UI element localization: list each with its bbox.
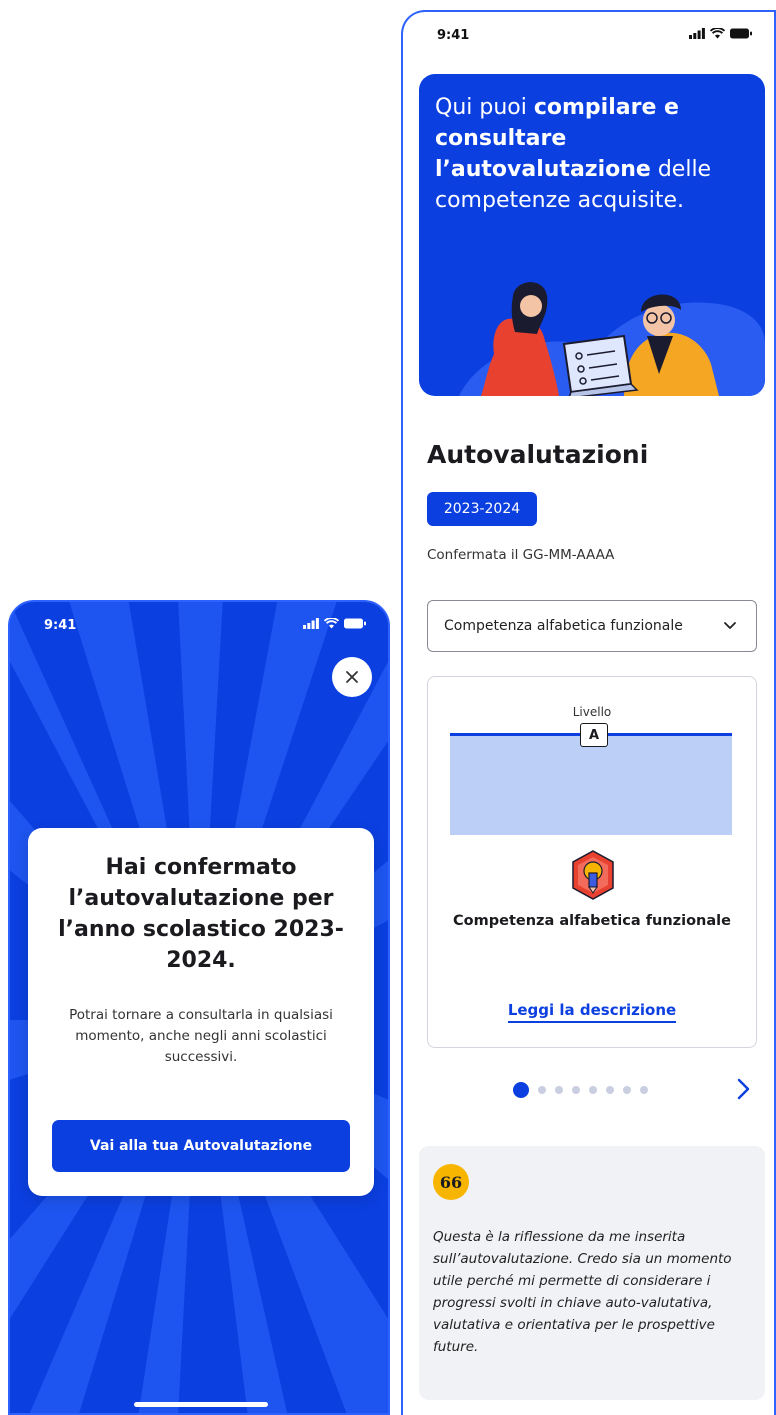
section-title: Autovalutazioni [427,440,649,469]
wifi-icon [710,28,725,39]
confirmation-modal: Hai confermato l’autovalutazione per l’a… [28,828,374,1196]
quote-icon: 66 [433,1164,469,1200]
self-assessment-screen: 9:41 Qui puoi compilare e consultare l’a… [401,10,776,1415]
confirmation-screen: 9:41 Hai confermato l’autovalutazione pe… [8,600,390,1415]
close-button[interactable] [332,657,372,697]
signal-icon [689,28,705,39]
competence-card: Livello A Competenza alfabetica funziona… [427,676,757,1048]
pagination-dot[interactable] [623,1086,631,1094]
pagination-dot-active[interactable] [513,1082,529,1098]
status-icons [689,28,752,39]
modal-text: Potrai tornare a consultarla in qualsias… [69,1007,333,1065]
year-chip[interactable]: 2023-2024 [427,492,537,526]
status-bar: 9:41 [10,602,388,648]
battery-icon [730,28,752,39]
status-time: 9:41 [44,618,77,633]
reflection-quote: 66 Questa è la riflessione da me inserit… [419,1146,765,1400]
pagination-dot[interactable] [538,1086,546,1094]
home-indicator [134,1402,268,1407]
read-description-link[interactable]: Leggi la descrizione [428,1001,756,1023]
confirmed-date: Confermata il GG-MM-AAAA [427,547,615,563]
chevron-down-icon [724,622,736,629]
students-illustration [459,282,765,396]
competence-badge-icon [572,850,614,900]
level-band [450,733,732,835]
pagination-dot[interactable] [572,1086,580,1094]
carousel-pagination [513,1082,648,1098]
competence-select-value: Competenza alfabetica funzionale [444,618,683,634]
wifi-icon [324,618,339,629]
quote-text: Questa è la riflessione da me inserita s… [433,1229,732,1355]
pagination-dot[interactable] [606,1086,614,1094]
signal-icon [303,618,319,629]
status-time: 9:41 [437,28,470,43]
hero-text: Qui puoi compilare e consultare l’autova… [435,95,712,213]
level-value: A [580,723,608,747]
competence-select[interactable]: Competenza alfabetica funzionale [427,600,757,652]
pagination-dot[interactable] [589,1086,597,1094]
modal-title: Hai confermato l’autovalutazione per l’a… [58,855,344,973]
go-to-self-assessment-button[interactable]: Vai alla tua Autovalutazione [52,1120,350,1172]
pagination-dot[interactable] [555,1086,563,1094]
level-label: Livello [572,705,612,719]
hero-banner: Qui puoi compilare e consultare l’autova… [419,74,765,396]
pagination-dot[interactable] [640,1086,648,1094]
battery-icon [344,618,366,629]
status-icons [303,618,366,629]
chevron-right-icon[interactable] [733,1076,753,1102]
competence-name: Competenza alfabetica funzionale [453,913,731,929]
close-icon [346,671,358,683]
status-bar: 9:41 [403,12,774,58]
